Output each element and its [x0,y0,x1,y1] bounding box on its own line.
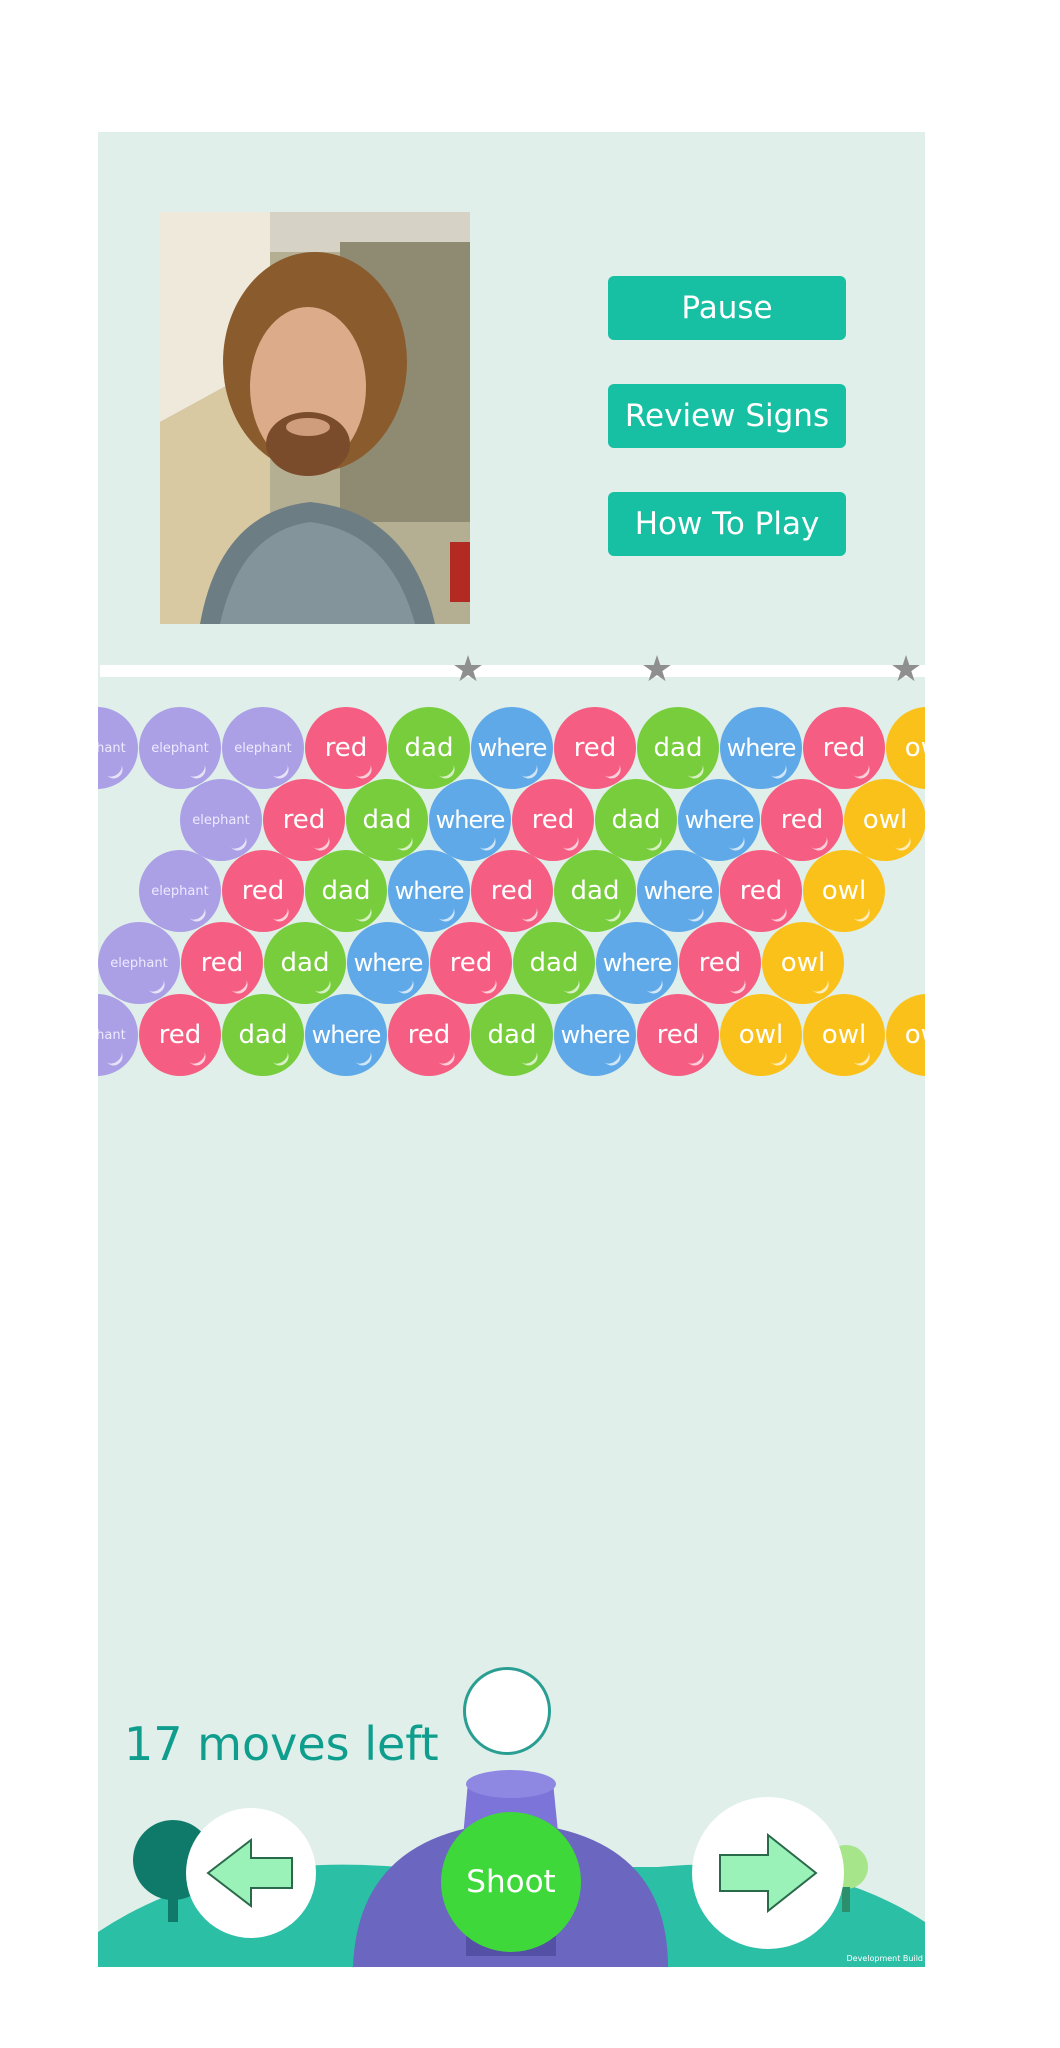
bubble-where: where [429,779,511,861]
bubble-owl: owl [720,994,802,1076]
bubble-elephant: elephant [98,707,138,789]
move-left-button[interactable] [186,1808,316,1938]
bubble-red: red [222,850,304,932]
bubble-red: red [554,707,636,789]
bubble-dad: dad [513,922,595,1004]
bubble-owl: owl [886,994,925,1076]
bubble-red: red [139,994,221,1076]
bubble-where: where [305,994,387,1076]
moves-left-counter: 17 moves left [124,1717,439,1771]
game-area: Pause Review Signs How To Play ★ ★ ★ ele… [98,132,925,1967]
bubble-where: where [678,779,760,861]
bubble-red: red [637,994,719,1076]
bubble-where: where [388,850,470,932]
bubble-red: red [305,707,387,789]
bubble-red: red [263,779,345,861]
bubble-where: where [720,707,802,789]
bubble-red: red [471,850,553,932]
bubble-red: red [679,922,761,1004]
bubble-where: where [596,922,678,1004]
right-arrow-icon [719,1833,818,1913]
bubble-dad: dad [222,994,304,1076]
bubble-where: where [347,922,429,1004]
bubble-red: red [388,994,470,1076]
bubble-elephant: elephant [139,850,221,932]
bubble-dad: dad [471,994,553,1076]
bubble-owl: owl [844,779,925,861]
bubble-elephant: elephant [139,707,221,789]
bubble-red: red [803,707,885,789]
bubble-red: red [430,922,512,1004]
loaded-bubble [463,1667,551,1755]
bubble-where: where [637,850,719,932]
bubble-dad: dad [305,850,387,932]
bubble-where: where [554,994,636,1076]
shoot-button[interactable]: Shoot [441,1812,581,1952]
bubble-owl: owl [762,922,844,1004]
bubble-where: where [471,707,553,789]
bubble-elephant: elephant [180,779,262,861]
bubble-red: red [181,922,263,1004]
bubble-owl: owl [803,850,885,932]
bubble-elephant: elephant [98,994,138,1076]
bubble-dad: dad [637,707,719,789]
bubble-red: red [761,779,843,861]
bubble-owl: owl [803,994,885,1076]
bubble-dad: dad [346,779,428,861]
bubble-dad: dad [264,922,346,1004]
bubble-dad: dad [388,707,470,789]
development-build-label: Development Build [846,1954,923,1963]
bubble-owl: owl [886,707,925,789]
bubble-elephant: elephant [222,707,304,789]
bubble-elephant: elephant [98,922,180,1004]
bubble-dad: dad [554,850,636,932]
bubble-dad: dad [595,779,677,861]
left-arrow-icon [206,1838,293,1908]
move-right-button[interactable] [692,1797,844,1949]
bubble-red: red [720,850,802,932]
bubble-red: red [512,779,594,861]
